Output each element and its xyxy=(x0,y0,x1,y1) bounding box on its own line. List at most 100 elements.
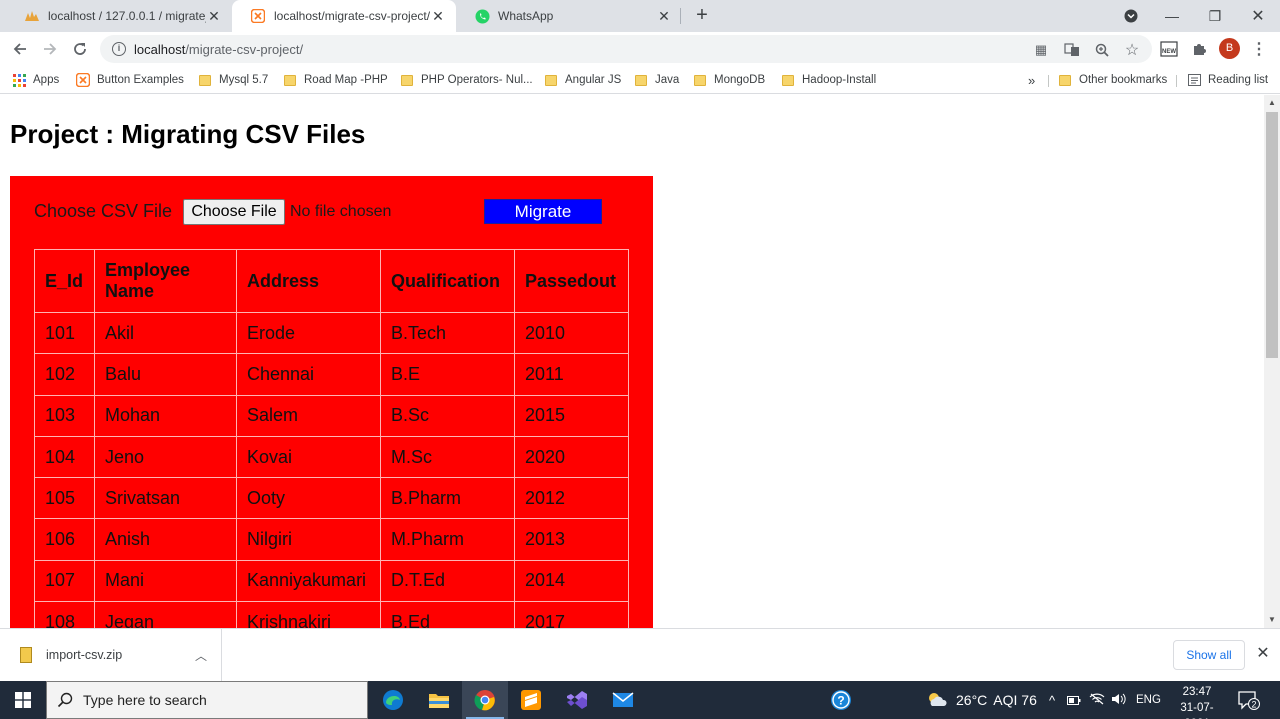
cell-qualification: B.Tech xyxy=(380,311,515,355)
reading-list-button[interactable]: Reading list xyxy=(1187,71,1268,89)
reload-icon xyxy=(74,43,86,55)
bookmark-star-icon[interactable]: ☆ xyxy=(1123,41,1141,59)
whatsapp-favicon-icon xyxy=(474,8,490,24)
cell-address: Kanniyakumari xyxy=(236,559,381,603)
zip-file-icon xyxy=(20,647,32,663)
taskbar-clock[interactable]: 23:47 31-07-2021 xyxy=(1168,684,1226,719)
cell-qualification: B.Sc xyxy=(380,394,515,437)
volume-icon[interactable] xyxy=(1111,693,1126,708)
restore-button[interactable]: ❐ xyxy=(1193,0,1237,32)
tab-migrate-csv[interactable]: localhost/migrate-csv-project/ ✕ xyxy=(232,0,456,32)
bookmark-apps[interactable]: Apps xyxy=(12,71,59,89)
close-shelf-icon[interactable]: ✕ xyxy=(1254,645,1272,663)
column-header-qualification: Qualification xyxy=(380,249,515,313)
new-tab-button[interactable]: + xyxy=(690,4,714,28)
visual-studio-icon[interactable] xyxy=(554,681,600,719)
file-status-text: No file chosen xyxy=(290,203,392,220)
scrollbar-thumb[interactable] xyxy=(1266,112,1278,358)
bookmark-label: Apps xyxy=(33,74,60,86)
folder-icon xyxy=(401,74,413,86)
profile-avatar[interactable]: B xyxy=(1219,38,1240,59)
translate-icon[interactable] xyxy=(1063,41,1081,59)
tab-title: WhatsApp xyxy=(498,9,554,23)
weather-widget[interactable]: 26°C AQI 76 xyxy=(926,681,1037,719)
table-row: 108 Jegan Krishnakiri B.Ed 2017 xyxy=(34,601,629,628)
bookmark-folder-angular[interactable]: Angular JS xyxy=(545,71,621,89)
close-tab-icon[interactable]: ✕ xyxy=(430,8,446,25)
battery-icon[interactable] xyxy=(1067,693,1081,708)
taskbar-search-box[interactable]: Type here to search xyxy=(46,681,368,719)
edge-app-icon[interactable] xyxy=(370,681,416,719)
windows-taskbar: Type here to search ? 26°C AQI 76 ^ ENG xyxy=(0,681,1280,719)
bookmark-folder-mongodb[interactable]: MongoDB xyxy=(694,71,765,89)
cell-passedout: 2013 xyxy=(514,518,629,561)
tab-phpmyadmin[interactable]: localhost / 127.0.0.1 / migrate_cs ✕ xyxy=(6,0,232,32)
migrate-form-panel: Choose CSV File Choose File No file chos… xyxy=(10,176,653,628)
bookmark-other-bookmarks[interactable]: Other bookmarks xyxy=(1059,71,1167,89)
bookmark-label: Angular JS xyxy=(565,74,622,86)
sublime-text-icon[interactable] xyxy=(508,681,554,719)
address-bar[interactable]: i localhost/migrate-csv-project/ ▦ ☆ xyxy=(100,35,1152,63)
close-tab-icon[interactable]: ✕ xyxy=(206,8,222,25)
mail-app-icon[interactable] xyxy=(600,681,646,719)
cell-e-id: 108 xyxy=(34,601,95,628)
cell-address: Kovai xyxy=(236,435,381,479)
start-button[interactable] xyxy=(0,681,46,719)
zoom-icon[interactable] xyxy=(1093,41,1111,59)
weather-temp: 26°C xyxy=(956,692,988,708)
network-offline-icon[interactable] xyxy=(1089,693,1105,708)
migrate-button[interactable]: Migrate xyxy=(484,199,602,224)
cell-passedout: 2017 xyxy=(514,601,629,628)
bookmark-folder-java[interactable]: Java xyxy=(635,71,679,89)
show-hidden-icons-chevron-icon[interactable]: ^ xyxy=(1045,693,1059,708)
bookmark-folder-php-operators[interactable]: PHP Operators- Nul... xyxy=(401,71,533,89)
bookmark-folder-roadmap[interactable]: Road Map -PHP xyxy=(284,71,388,89)
bookmarks-overflow-chevron[interactable]: » xyxy=(1028,71,1035,89)
bookmark-button-examples[interactable]: Button Examples xyxy=(76,71,184,89)
extensions-puzzle-icon[interactable] xyxy=(1189,39,1209,59)
help-app-icon[interactable]: ? xyxy=(818,681,864,719)
back-arrow-icon xyxy=(13,43,26,55)
cell-employee-name: Akil xyxy=(94,311,237,355)
download-item[interactable]: import-csv.zip ︿ xyxy=(0,629,222,681)
news-extension-icon[interactable]: NEW xyxy=(1159,39,1179,59)
cell-qualification: M.Sc xyxy=(380,435,515,479)
tab-search-button[interactable] xyxy=(1109,0,1153,32)
bookmarks-bar: Apps Button Examples Mysql 5.7 Road Map … xyxy=(0,66,1280,94)
bookmark-folder-hadoop[interactable]: Hadoop-Install xyxy=(782,71,876,89)
tab-divider xyxy=(680,8,681,24)
reload-button[interactable] xyxy=(68,37,92,61)
show-all-downloads-button[interactable]: Show all xyxy=(1173,640,1245,670)
bookmarks-divider xyxy=(1176,75,1177,87)
bookmark-label: Button Examples xyxy=(97,74,184,86)
choose-file-button[interactable]: Choose File xyxy=(183,199,285,225)
menu-kebab-icon[interactable]: ⋮ xyxy=(1249,39,1269,59)
chrome-app-icon[interactable] xyxy=(462,681,508,719)
chevron-up-icon[interactable]: ︿ xyxy=(181,647,221,664)
notification-icon: 2 xyxy=(1238,691,1260,710)
address-url[interactable]: localhost/migrate-csv-project/ xyxy=(134,42,303,57)
table-row: 103 Mohan Salem B.Sc 2015 xyxy=(34,394,629,437)
forward-arrow-icon xyxy=(44,43,57,55)
close-tab-icon[interactable]: ✕ xyxy=(656,8,672,25)
close-window-button[interactable]: ✕ xyxy=(1236,0,1280,32)
language-indicator[interactable]: ENG xyxy=(1136,694,1161,706)
bookmark-label: Hadoop-Install xyxy=(802,74,877,86)
bookmark-label: MongoDB xyxy=(714,74,766,86)
back-button[interactable] xyxy=(8,37,32,61)
cell-passedout: 2011 xyxy=(514,353,629,396)
scroll-up-arrow-icon[interactable]: ▲ xyxy=(1264,95,1280,111)
file-explorer-icon[interactable] xyxy=(416,681,462,719)
tab-whatsapp[interactable]: WhatsApp ✕ xyxy=(456,0,682,32)
column-header-e-id: E_Id xyxy=(34,249,95,313)
scroll-down-arrow-icon[interactable]: ▼ xyxy=(1264,612,1280,628)
forward-button[interactable] xyxy=(38,37,62,61)
download-filename: import-csv.zip xyxy=(46,648,123,662)
minimize-button[interactable]: — xyxy=(1150,0,1194,32)
page-scrollbar[interactable]: ▲ ▼ xyxy=(1264,95,1280,628)
site-info-icon[interactable]: i xyxy=(112,42,126,56)
qr-code-icon[interactable]: ▦ xyxy=(1032,41,1050,59)
notification-center-button[interactable]: 2 xyxy=(1238,681,1260,719)
bookmark-folder-mysql[interactable]: Mysql 5.7 xyxy=(199,71,268,89)
bookmark-favicon-icon xyxy=(76,73,90,87)
